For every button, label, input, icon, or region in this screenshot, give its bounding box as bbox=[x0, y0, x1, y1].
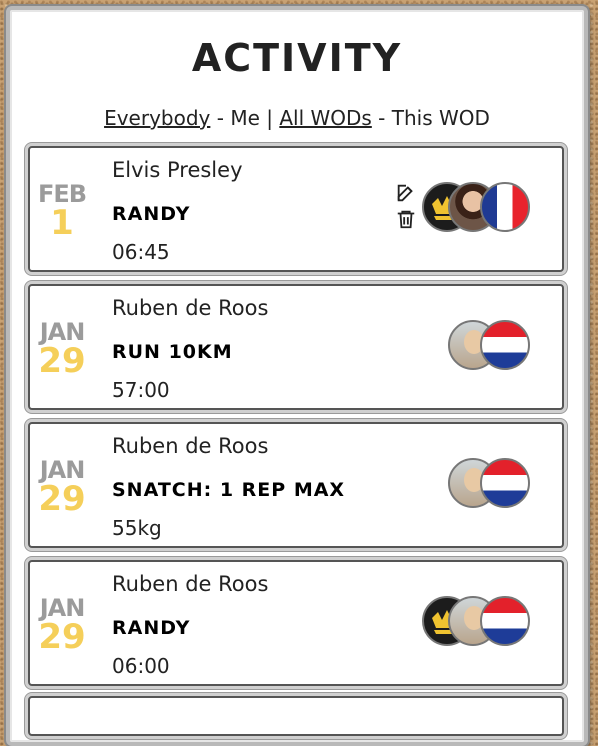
page-title: ACTIVITY bbox=[191, 36, 403, 80]
edit-icon[interactable] bbox=[395, 182, 417, 208]
avatar-group bbox=[422, 182, 530, 236]
france-flag-icon bbox=[480, 182, 530, 232]
filter-separator: - bbox=[210, 106, 231, 130]
entry-date: JAN 29 bbox=[30, 320, 94, 378]
filter-bar: Everybody - Me | All WODs - This WOD bbox=[10, 106, 584, 130]
entry-tools bbox=[395, 182, 417, 234]
filter-this-wod[interactable]: This WOD bbox=[392, 106, 490, 130]
athlete-name: Ruben de Roos bbox=[112, 434, 269, 458]
entry-date: JAN 29 bbox=[30, 458, 94, 516]
entry-date: FEB 1 bbox=[30, 182, 94, 240]
entry-day: 29 bbox=[38, 479, 86, 519]
filter-everybody[interactable]: Everybody bbox=[104, 106, 210, 130]
activity-card[interactable]: JAN 29 Ruben de Roos SNATCH: 1 REP MAX 5… bbox=[28, 422, 564, 548]
activity-card-partial[interactable] bbox=[28, 696, 564, 736]
wod-result: 06:00 bbox=[112, 654, 170, 678]
avatar-group bbox=[448, 320, 530, 374]
wod-name: RUN 10KM bbox=[112, 341, 233, 363]
trash-icon[interactable] bbox=[395, 208, 417, 234]
wod-name: RANDY bbox=[112, 203, 191, 225]
netherlands-flag-icon bbox=[480, 458, 530, 508]
netherlands-flag-icon bbox=[480, 596, 530, 646]
avatar-group bbox=[448, 458, 530, 512]
wod-result: 57:00 bbox=[112, 378, 170, 402]
entry-day: 29 bbox=[38, 617, 86, 657]
avatar-group bbox=[422, 596, 530, 650]
wod-name: RANDY bbox=[112, 617, 191, 639]
filter-me[interactable]: Me bbox=[230, 106, 260, 130]
activity-card[interactable]: FEB 1 Elvis Presley RANDY 06:45 bbox=[28, 146, 564, 272]
wod-result: 06:45 bbox=[112, 240, 170, 264]
athlete-name: Ruben de Roos bbox=[112, 572, 269, 596]
entry-day: 29 bbox=[38, 341, 86, 381]
activity-card[interactable]: JAN 29 Ruben de Roos RANDY 06:00 bbox=[28, 560, 564, 686]
activity-card[interactable]: JAN 29 Ruben de Roos RUN 10KM 57:00 bbox=[28, 284, 564, 410]
athlete-name: Elvis Presley bbox=[112, 158, 243, 182]
filter-all-wods[interactable]: All WODs bbox=[279, 106, 372, 130]
wod-name: SNATCH: 1 REP MAX bbox=[112, 479, 346, 501]
filter-separator: - bbox=[371, 106, 392, 130]
wod-result: 55kg bbox=[112, 516, 162, 540]
netherlands-flag-icon bbox=[480, 320, 530, 370]
athlete-name: Ruben de Roos bbox=[112, 296, 269, 320]
filter-divider: | bbox=[259, 106, 280, 130]
entry-day: 1 bbox=[50, 203, 74, 243]
entry-date: JAN 29 bbox=[30, 596, 94, 654]
